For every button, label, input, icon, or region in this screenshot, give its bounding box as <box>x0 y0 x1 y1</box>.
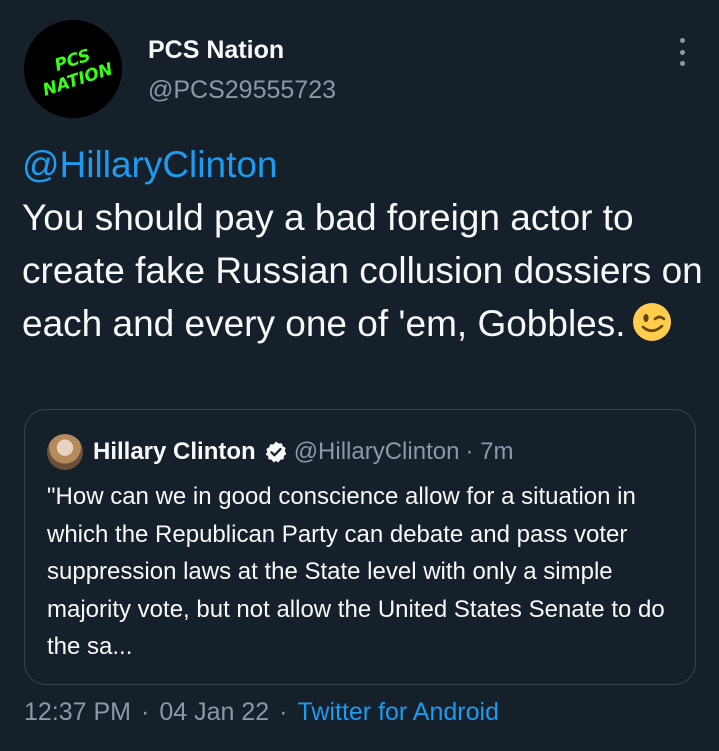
quoted-tweet-card[interactable]: Hillary Clinton @HillaryClinton · 7m "Ho… <box>24 409 696 685</box>
quoted-author-avatar[interactable] <box>47 434 83 470</box>
tweet-source-link[interactable]: Twitter for Android <box>298 698 499 726</box>
quoted-author-handle[interactable]: @HillaryClinton <box>294 438 460 466</box>
tweet-body: You should pay a bad foreign actor to cr… <box>22 197 703 344</box>
winking-face-emoji-icon <box>632 303 671 341</box>
more-options-icon[interactable] <box>668 38 696 66</box>
author-avatar[interactable]: PCS NATION <box>24 20 122 118</box>
meta-separator: · <box>279 698 288 726</box>
verified-badge-icon <box>265 441 286 463</box>
author-name[interactable]: PCS Nation <box>148 36 284 65</box>
quoted-tweet-text: "How can we in good conscience allow for… <box>47 483 665 661</box>
quoted-tweet-header: Hillary Clinton @HillaryClinton · 7m <box>47 434 513 470</box>
quoted-author-name[interactable]: Hillary Clinton <box>93 438 256 466</box>
meta-separator: · <box>141 698 150 726</box>
tweet-text: @HillaryClinton You should pay a bad for… <box>22 138 712 350</box>
author-handle[interactable]: @PCS29555723 <box>148 76 336 105</box>
pcs-nation-logo-icon: PCS NATION <box>24 20 122 118</box>
quoted-time: · 7m <box>465 438 514 465</box>
mention-link[interactable]: @HillaryClinton <box>22 138 712 191</box>
tweet-date[interactable]: 04 Jan 22 <box>159 698 269 726</box>
tweet-time[interactable]: 12:37 PM <box>24 698 131 726</box>
tweet-meta: 12:37 PM · 04 Jan 22 · Twitter for Android <box>24 698 499 727</box>
